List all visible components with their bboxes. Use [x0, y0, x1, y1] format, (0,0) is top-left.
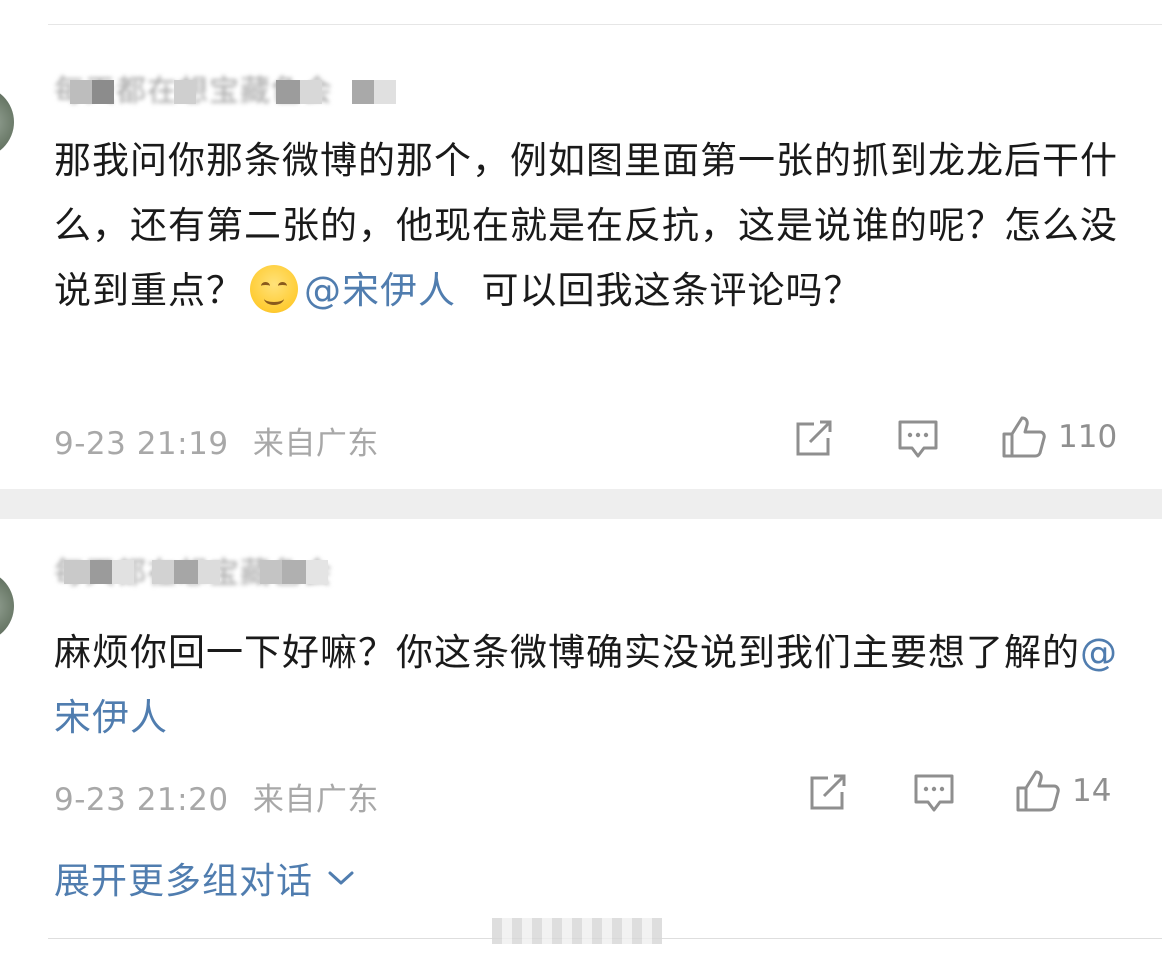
like-button[interactable]: 14 [1014, 768, 1111, 814]
comment-icon [914, 774, 954, 812]
chevron-down-icon [328, 871, 354, 885]
username-mosaic [64, 560, 328, 584]
comment-body-tail: 可以回我这条评论吗？ [456, 269, 862, 312]
avatar[interactable] [0, 86, 14, 158]
comment-meta: 9-23 21:19 来自广东 [54, 418, 379, 463]
comment-date: 9-23 21:20 [54, 782, 229, 818]
comment-button[interactable] [896, 418, 940, 460]
username-mosaic [70, 80, 396, 104]
section-separator [0, 489, 1162, 519]
comment-text: 麻烦你回一下好嘛？你这条微博确实没说到我们主要想了解的@宋伊人 [54, 620, 1134, 750]
comment-date: 9-23 21:19 [54, 426, 229, 462]
comment-button[interactable] [912, 772, 956, 814]
thumbs-up-icon [1002, 416, 1046, 458]
comment-location: 来自广东 [252, 782, 379, 818]
comment-location: 来自广东 [252, 426, 379, 462]
repost-button[interactable] [806, 772, 850, 812]
repost-button[interactable] [792, 418, 836, 458]
smile-emoji-icon [250, 265, 298, 313]
like-button[interactable]: 110 [1000, 414, 1117, 460]
comment-body: 麻烦你回一下好嘛？你这条微博确实没说到我们主要想了解的 [54, 631, 1080, 674]
comment-icon [898, 420, 938, 458]
comment-text: 那我问你那条微博的那个，例如图里面第一张的抓到龙龙后干什么，还有第二张的，他现在… [54, 128, 1134, 323]
like-count: 110 [1058, 419, 1118, 455]
comment-meta: 9-23 21:20 来自广东 [54, 774, 379, 819]
expand-label: 展开更多组对话 [54, 861, 314, 902]
top-divider [48, 24, 1162, 25]
thumbs-up-icon [1016, 770, 1060, 812]
like-count: 14 [1072, 773, 1112, 809]
expand-conversation-link[interactable]: 展开更多组对话 [54, 852, 355, 904]
avatar[interactable] [0, 570, 14, 642]
mention-link[interactable]: @宋伊人 [304, 269, 456, 312]
watermark [492, 918, 662, 944]
repost-icon [796, 420, 832, 456]
repost-icon [810, 774, 846, 810]
